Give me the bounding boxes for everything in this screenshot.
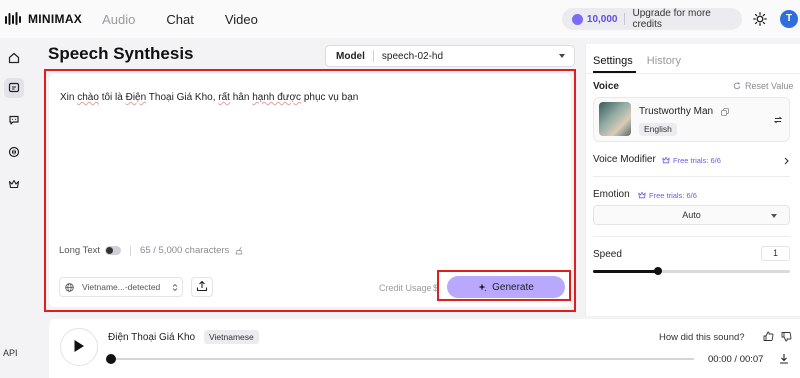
free-trials-badge: Free trials: 6/6	[662, 154, 721, 166]
play-button[interactable]	[60, 328, 98, 366]
crown-icon	[638, 191, 646, 199]
reset-value-button[interactable]: Reset Value	[733, 81, 793, 91]
model-select[interactable]: Model speech-02-hd	[325, 45, 575, 67]
voice-language-tag: English	[639, 123, 677, 136]
chat-icon[interactable]	[4, 110, 24, 130]
sparkle-icon	[478, 283, 487, 292]
copy-icon[interactable]	[721, 107, 729, 116]
credits-divider	[624, 13, 626, 25]
sun-icon[interactable]	[753, 12, 767, 26]
editor-text-segment: Thoại Giá Kho,	[146, 92, 219, 103]
top-nav: Audio Chat Video	[102, 12, 289, 27]
divider	[130, 245, 132, 256]
avatar[interactable]: T	[780, 10, 798, 28]
language-select[interactable]: Vietname...-detected	[59, 277, 183, 297]
settings-tabs: Settings History	[593, 55, 695, 67]
page-title: Speech Synthesis	[48, 44, 194, 63]
long-text-label: Long Text	[59, 245, 101, 256]
editor-text-segment: chào	[77, 92, 99, 103]
credit-usage-label: Credit Usage	[379, 283, 432, 293]
free-trials-text: Free trials: 6/6	[673, 155, 721, 165]
emotion-label: Emotion	[593, 189, 630, 200]
swap-icon[interactable]	[773, 115, 783, 124]
credit-coin-icon	[572, 13, 583, 25]
editor-text-segment: hạnh được	[252, 92, 302, 103]
voice-modifier-label[interactable]: Voice Modifier	[593, 154, 656, 165]
audio-progress-handle[interactable]	[106, 354, 116, 364]
audio-progress-bar[interactable]	[110, 358, 694, 360]
upgrade-link[interactable]: Upgrade for more credits	[632, 8, 742, 30]
track-title: Điện Thoại Giá Kho	[108, 332, 196, 343]
editor-text-segment: Xin	[60, 92, 78, 103]
free-trials-text: Free trials: 6/6	[649, 190, 697, 200]
sort-updown-icon	[172, 283, 178, 292]
logo[interactable]: MINIMAX	[4, 10, 82, 28]
download-icon[interactable]	[779, 353, 789, 364]
speed-slider-handle[interactable]	[654, 267, 662, 275]
api-link[interactable]: API	[3, 348, 18, 358]
generate-label: Generate	[492, 281, 534, 293]
section-divider	[593, 176, 790, 177]
reset-value-label: Reset Value	[745, 81, 794, 91]
play-icon	[73, 339, 85, 356]
crown-icon[interactable]	[4, 174, 24, 194]
clear-text-icon[interactable]	[235, 246, 244, 255]
voice-avatar	[599, 102, 631, 136]
long-text-row: Long Text 65 / 5,000 characters	[59, 245, 244, 256]
editor-text-segment: hân	[229, 92, 253, 103]
chevron-down-icon	[771, 214, 777, 218]
upload-button[interactable]	[191, 277, 213, 297]
free-trials-badge: Free trials: 6/6	[638, 189, 697, 201]
chevron-down-icon	[559, 54, 565, 58]
thumbs-up-icon[interactable]	[763, 331, 774, 342]
nav-chat[interactable]: Chat	[166, 12, 193, 27]
credits-pill[interactable]: 10,000 Upgrade for more credits	[562, 8, 742, 30]
model-label: Model	[336, 50, 365, 62]
audio-player	[49, 319, 800, 378]
reset-icon	[733, 82, 741, 90]
tab-settings[interactable]: Settings	[593, 55, 633, 67]
voice-clone-icon[interactable]	[4, 142, 24, 162]
editor-text-segment: tôi là	[98, 92, 126, 103]
speed-value-input[interactable]: 1	[761, 246, 790, 261]
section-divider	[593, 236, 790, 237]
speech-icon[interactable]	[4, 78, 24, 98]
minimax-logo-icon	[4, 10, 22, 28]
tab-history[interactable]: History	[647, 55, 681, 67]
credits-balance: 10,000	[586, 13, 618, 25]
editor-text-segment: Điện	[125, 92, 147, 103]
upload-icon	[196, 280, 208, 295]
thumbs-down-icon[interactable]	[781, 331, 792, 342]
speed-slider-fill	[593, 270, 658, 273]
generate-button[interactable]: Generate	[447, 276, 565, 298]
feedback-prompt: How did this sound?	[659, 332, 745, 343]
top-bar: MINIMAX Audio Chat Video 10,000 Upgrade …	[0, 0, 800, 38]
nav-video[interactable]: Video	[225, 12, 258, 27]
tabs-divider	[585, 73, 800, 74]
voice-section-label: Voice	[593, 81, 619, 92]
chevron-right-icon[interactable]	[783, 156, 790, 165]
globe-icon	[65, 282, 74, 292]
left-sidebar: API	[0, 38, 28, 378]
track-language-tag: Vietnamese	[204, 330, 259, 344]
emotion-select[interactable]: Auto	[593, 205, 790, 225]
logo-text: MINIMAX	[28, 12, 83, 26]
editor-text-segment: phục vụ bạn	[301, 92, 359, 103]
crown-icon	[662, 156, 670, 164]
char-count: 65 / 5,000 characters	[140, 245, 230, 256]
editor-text[interactable]: Xin chào tôi là Điện Thoại Giá Kho, rất …	[60, 92, 358, 103]
emotion-value: Auto	[682, 210, 701, 220]
language-value: Vietname...-detected	[82, 282, 161, 292]
home-icon[interactable]	[4, 48, 24, 68]
model-divider	[372, 50, 374, 62]
model-value: speech-02-hd	[381, 50, 444, 62]
playback-time: 00:00 / 00:07	[708, 354, 764, 365]
speed-label: Speed	[593, 249, 622, 260]
editor-text-segment: rất	[218, 92, 230, 103]
nav-audio[interactable]: Audio	[102, 12, 135, 27]
voice-name: Trustworthy Man	[639, 106, 714, 117]
long-text-toggle[interactable]	[105, 246, 122, 255]
